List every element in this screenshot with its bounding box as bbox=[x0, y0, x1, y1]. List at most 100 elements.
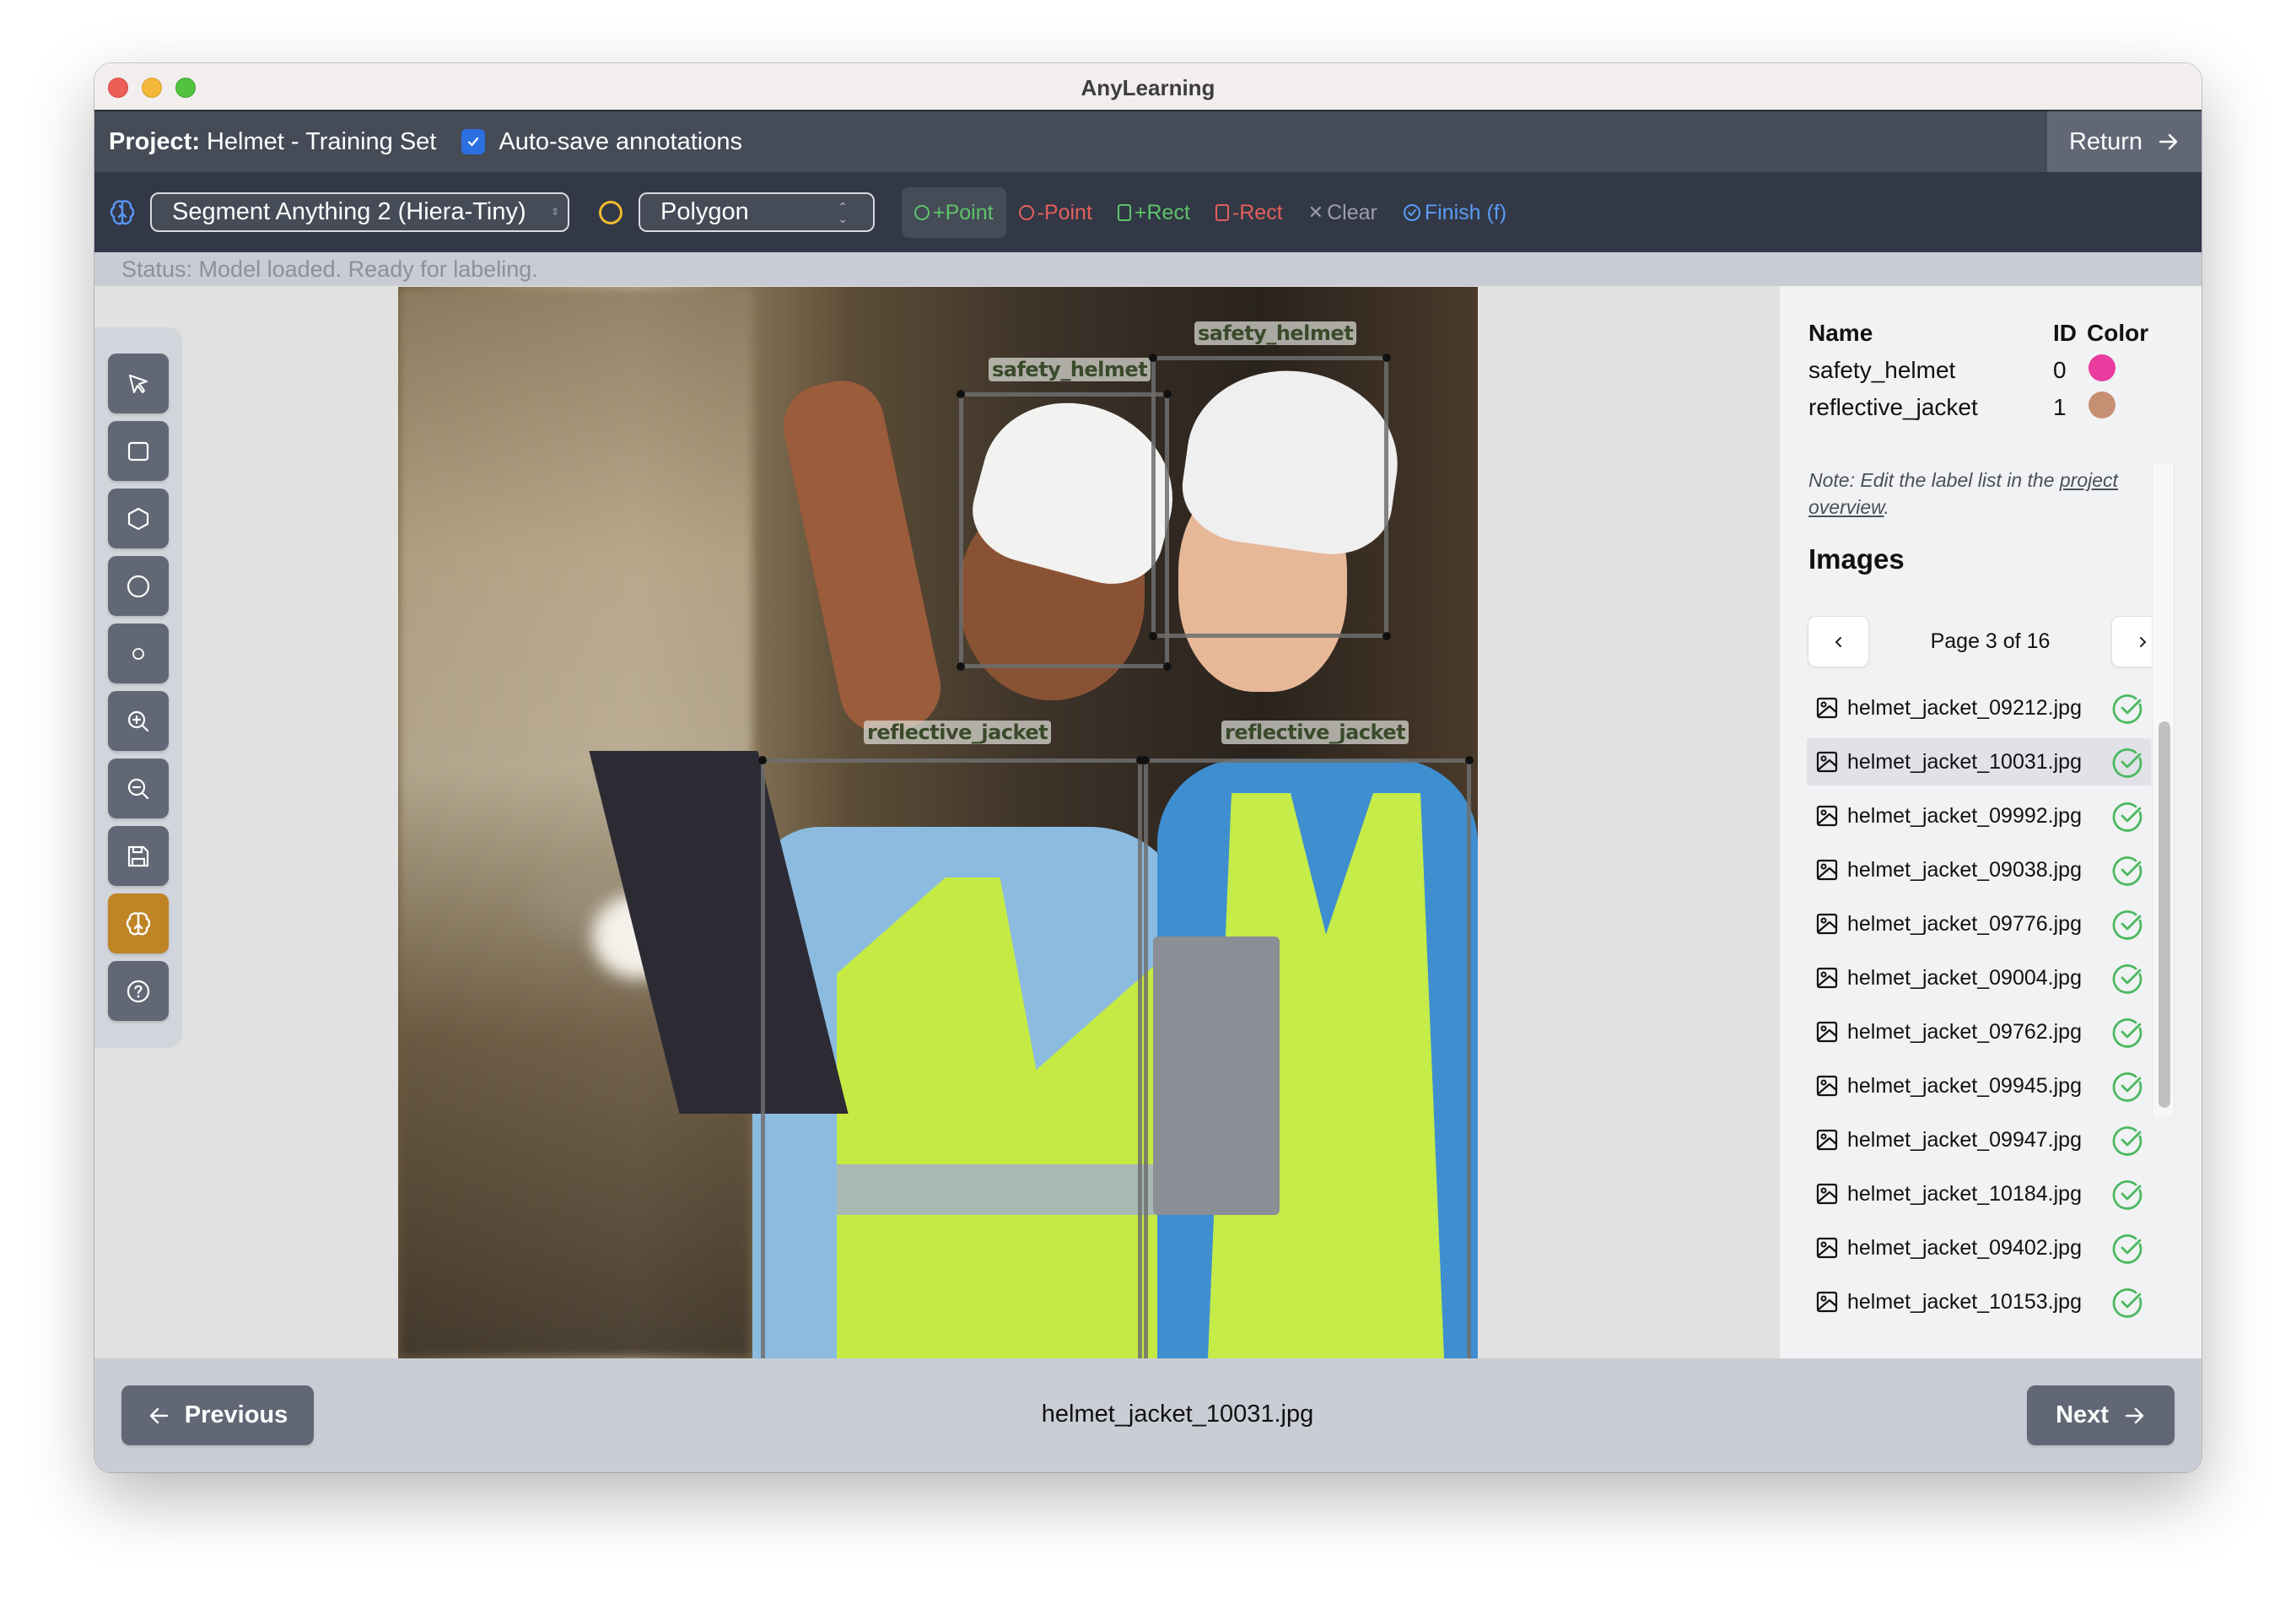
brain-icon bbox=[126, 911, 151, 935]
image-file-icon bbox=[1816, 1237, 1838, 1259]
select-tool-button[interactable] bbox=[108, 354, 169, 413]
image-list: helmet_jacket_09212.jpg helmet_jacket_100… bbox=[1807, 684, 2151, 1359]
image-file-name: helmet_jacket_10031.jpg bbox=[1847, 749, 2082, 774]
return-button[interactable]: Return bbox=[2047, 111, 2202, 172]
square-icon bbox=[1117, 204, 1131, 221]
check-circle-icon bbox=[2112, 694, 2142, 724]
arrow-right-icon bbox=[2159, 133, 2178, 150]
resize-handle[interactable] bbox=[957, 662, 965, 671]
previous-page-button[interactable] bbox=[1808, 616, 1869, 667]
select-arrows-icon: ⌃ ⌄ bbox=[838, 200, 848, 225]
resize-handle[interactable] bbox=[1149, 632, 1157, 640]
image-list-item[interactable]: helmet_jacket_09004.jpg bbox=[1807, 954, 2151, 1001]
clear-button[interactable]: ✕ Clear bbox=[1296, 187, 1390, 238]
resize-handle[interactable] bbox=[957, 390, 965, 398]
chevron-left-icon bbox=[1835, 636, 1841, 647]
remove-point-button[interactable]: -Point bbox=[1006, 187, 1105, 238]
small-circle-icon bbox=[132, 647, 144, 660]
finish-button[interactable]: Finish (f) bbox=[1390, 187, 1519, 238]
circle-icon bbox=[599, 201, 623, 224]
resize-handle[interactable] bbox=[1163, 662, 1172, 671]
window-title: AnyLearning bbox=[1081, 75, 1215, 100]
scrollbar-thumb[interactable] bbox=[2159, 721, 2170, 1108]
annotation-box[interactable] bbox=[758, 756, 1145, 1358]
arrow-right-icon bbox=[2125, 1407, 2144, 1423]
image-list-item[interactable]: helmet_jacket_09402.jpg bbox=[1807, 1224, 2151, 1271]
image-list-item[interactable]: helmet_jacket_10031.jpg bbox=[1807, 738, 2151, 786]
resize-handle[interactable] bbox=[1465, 756, 1474, 764]
image-file-icon bbox=[1816, 1021, 1838, 1043]
check-circle-icon bbox=[2112, 802, 2142, 832]
ai-assist-button[interactable] bbox=[108, 893, 169, 953]
next-label: Next bbox=[2056, 1401, 2109, 1428]
sam-prompt-buttons: +Point -Point +Rect -Rect ✕ Clear Finish… bbox=[902, 187, 1519, 238]
zoom-out-button[interactable] bbox=[108, 759, 169, 818]
image-file-name: helmet_jacket_09004.jpg bbox=[1847, 965, 2082, 990]
remove-rect-button[interactable]: -Rect bbox=[1203, 187, 1296, 238]
add-rect-button[interactable]: +Rect bbox=[1105, 187, 1203, 238]
square-icon bbox=[127, 441, 149, 461]
image-list-item[interactable]: helmet_jacket_09945.jpg bbox=[1807, 1062, 2151, 1109]
check-circle-icon bbox=[2112, 856, 2142, 886]
add-point-button[interactable]: +Point bbox=[902, 187, 1006, 238]
autosave-toggle[interactable]: Auto-save annotations bbox=[461, 128, 742, 156]
resize-handle[interactable] bbox=[1382, 632, 1391, 640]
help-button[interactable] bbox=[108, 961, 169, 1021]
note-text: Note: Edit the label list in the bbox=[1808, 469, 2060, 491]
point-tool-button[interactable] bbox=[108, 624, 169, 683]
circle-icon bbox=[1018, 205, 1034, 220]
model-select[interactable]: Segment Anything 2 (Hiera-Tiny) ⇕ bbox=[150, 192, 569, 232]
next-image-button[interactable]: Next bbox=[2027, 1385, 2175, 1445]
annotation-box[interactable] bbox=[1141, 756, 1474, 1358]
label-row[interactable]: safety_helmet 0 bbox=[1808, 352, 2180, 389]
annotation-label: reflective_jacket bbox=[864, 721, 1052, 744]
image-list-item[interactable]: helmet_jacket_09038.jpg bbox=[1807, 846, 2151, 893]
label-row[interactable]: reflective_jacket 1 bbox=[1808, 389, 2180, 426]
image-file-name: helmet_jacket_09992.jpg bbox=[1847, 803, 2082, 828]
image-list-item[interactable]: helmet_jacket_09212.jpg bbox=[1807, 684, 2151, 732]
project-name: Helmet - Training Set bbox=[206, 127, 437, 155]
annotation-box[interactable] bbox=[1149, 354, 1391, 640]
resize-handle[interactable] bbox=[758, 756, 767, 764]
brain-icon bbox=[110, 200, 135, 225]
image-list-item[interactable]: helmet_jacket_09947.jpg bbox=[1807, 1116, 2151, 1163]
polygon-tool-button[interactable] bbox=[108, 489, 169, 548]
image-list-item[interactable]: helmet_jacket_10184.jpg bbox=[1807, 1170, 2151, 1217]
image-list-item[interactable]: helmet_jacket_09762.jpg bbox=[1807, 1008, 2151, 1055]
check-circle-icon bbox=[2112, 1018, 2142, 1048]
label-color-swatch bbox=[2088, 354, 2115, 381]
image-file-icon bbox=[1816, 805, 1838, 827]
check-circle-icon bbox=[2112, 1234, 2142, 1264]
rectangle-tool-button[interactable] bbox=[108, 421, 169, 481]
circle-icon bbox=[127, 575, 150, 597]
image-list-item[interactable]: helmet_jacket_09776.jpg bbox=[1807, 900, 2151, 947]
check-circle-icon bbox=[2112, 1288, 2142, 1318]
image-file-icon bbox=[1816, 913, 1838, 935]
check-circle-icon bbox=[2112, 748, 2142, 778]
zoom-in-icon bbox=[127, 710, 149, 732]
resize-handle[interactable] bbox=[1382, 354, 1391, 362]
labels-table: Name ID Color safety_helmet 0 reflective… bbox=[1808, 315, 2180, 426]
image-file-icon bbox=[1816, 697, 1838, 719]
shape-type-select[interactable]: Polygon ⌃ ⌄ bbox=[639, 192, 875, 232]
status-text: Status: Model loaded. Ready for labeling… bbox=[121, 256, 538, 282]
image-list-item[interactable]: helmet_jacket_10153.jpg bbox=[1807, 1278, 2151, 1325]
annotation-box[interactable] bbox=[957, 390, 1172, 671]
annotation-toolbar: Segment Anything 2 (Hiera-Tiny) ⇕ Polygo… bbox=[94, 172, 2202, 252]
square-icon bbox=[1215, 204, 1229, 221]
save-button[interactable] bbox=[108, 826, 169, 886]
annotation-image[interactable]: safety_helmet safety_helmet reflective_j… bbox=[398, 287, 1478, 1358]
worker-left-arm bbox=[775, 373, 949, 741]
image-list-item[interactable]: helmet_jacket_09992.jpg bbox=[1807, 792, 2151, 839]
autosave-checkbox[interactable] bbox=[461, 129, 486, 154]
zoom-in-button[interactable] bbox=[108, 691, 169, 751]
circle-icon bbox=[914, 205, 930, 220]
image-list-scrollbar[interactable] bbox=[2152, 463, 2175, 1115]
resize-handle[interactable] bbox=[1141, 756, 1150, 764]
label-note: Note: Edit the label list in the project… bbox=[1808, 467, 2180, 521]
image-file-name: helmet_jacket_09762.jpg bbox=[1847, 1019, 2082, 1044]
help-icon bbox=[127, 980, 150, 1002]
label-color-swatch bbox=[2088, 391, 2115, 418]
circle-tool-button[interactable] bbox=[108, 556, 169, 616]
resize-handle[interactable] bbox=[1149, 354, 1157, 362]
